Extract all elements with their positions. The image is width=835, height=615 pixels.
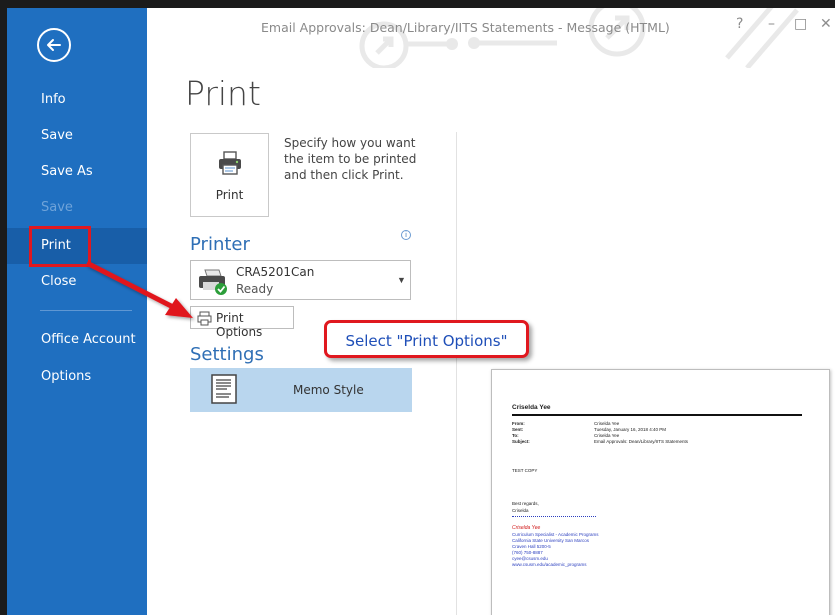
preview-field-value: Criselda Yee (594, 421, 620, 426)
sidebar-item-info[interactable]: Info (7, 82, 147, 118)
pane-divider (456, 132, 457, 615)
printer-name: CRA5201Can (236, 265, 315, 279)
preview-sender-name: Criselda Yee (512, 404, 551, 411)
title-bar: Email Approvals: Dean/Library/IITS State… (147, 8, 835, 68)
print-options-button[interactable]: Print Options (190, 306, 294, 339)
preview-field-key: To: (512, 433, 519, 438)
outlook-backstage: Info Save Save As Save Attachments Print… (7, 8, 835, 615)
preview-signature-line: cyee@csusm.edu (512, 556, 548, 561)
preview-field-key: Sent: (512, 427, 524, 432)
title-bar-decoration (359, 8, 799, 68)
info-icon[interactable]: i (401, 230, 411, 240)
printer-ready-icon (199, 269, 227, 295)
preview-field-value: Tuesday, January 16, 2018 4:40 PM (594, 427, 667, 432)
backstage-sidebar: Info Save Save As Save Attachments Print… (7, 8, 147, 615)
print-button-label: Print (215, 188, 244, 202)
preview-signature-line: www.csusm.edu/academic_programs (512, 562, 587, 567)
preview-closing: Best regards, (512, 501, 539, 506)
back-button[interactable] (37, 28, 71, 62)
print-preview: Criselda Yee From: Criselda Yee Sent: Tu… (491, 369, 830, 615)
screenshot-frame: Info Save Save As Save Attachments Print… (0, 0, 835, 615)
preview-signature-line: (760) 750-8887 (512, 550, 543, 555)
preview-signature-line: Curriculum Specialist - Academic Program… (512, 532, 599, 537)
minimize-button[interactable]: – (768, 16, 775, 32)
sidebar-item-save[interactable]: Save (7, 118, 147, 154)
sidebar-item-close[interactable]: Close (7, 264, 147, 300)
print-options-label: Print Options (216, 311, 263, 339)
chevron-down-icon: ▼ (397, 275, 406, 285)
preview-body: TEST COPY (512, 468, 538, 473)
help-button[interactable]: ? (736, 16, 743, 32)
restore-button[interactable]: □ (794, 16, 807, 32)
memo-style-icon (211, 374, 237, 404)
printer-status: Ready (236, 282, 274, 296)
preview-signature-rule (512, 516, 596, 517)
print-button[interactable]: Print (190, 133, 269, 217)
preview-closing-name: Criselda (512, 508, 529, 513)
preview-signature-line: Craven Hall 5200-5 (512, 544, 551, 549)
memo-style-option[interactable]: Memo Style (190, 368, 412, 412)
sidebar-divider (40, 310, 132, 311)
sidebar-item-save-attachments: Save Attachments (41, 200, 124, 251)
print-options-icon (197, 311, 212, 326)
page-title: Print (185, 74, 261, 113)
preview-field-key: From: (512, 421, 525, 426)
window-title: Email Approvals: Dean/Library/IITS State… (261, 20, 670, 35)
preview-signature-name: Criselda Yee (512, 525, 541, 531)
sidebar-item-save-as[interactable]: Save As (7, 154, 147, 190)
settings-heading: Settings (190, 344, 264, 365)
annotation-callout: Select "Print Options" (324, 320, 529, 358)
printer-icon (219, 151, 241, 175)
sidebar-item-options[interactable]: Options (7, 359, 147, 395)
close-window-button[interactable]: ✕ (820, 16, 832, 32)
annotation-highlight-print (29, 226, 91, 267)
preview-field-key: Subject: (512, 439, 530, 444)
print-description: Specify how you want the item to be prin… (284, 136, 417, 182)
sidebar-item-office-account[interactable]: Office Account (7, 322, 147, 358)
printer-heading: Printer (190, 234, 250, 255)
preview-field-value: Criselda Yee (594, 433, 620, 438)
memo-style-label: Memo Style (293, 383, 364, 397)
arrow-left-icon (47, 39, 61, 51)
preview-signature-line: California State University San Marcos (512, 538, 590, 543)
annotation-callout-text: Select "Print Options" (345, 332, 508, 350)
preview-header-rule (512, 414, 802, 416)
printer-dropdown[interactable]: CRA5201Can Ready ▼ (190, 260, 411, 300)
preview-field-value: Email Approvals: Dean/Library/IITS State… (594, 439, 689, 444)
